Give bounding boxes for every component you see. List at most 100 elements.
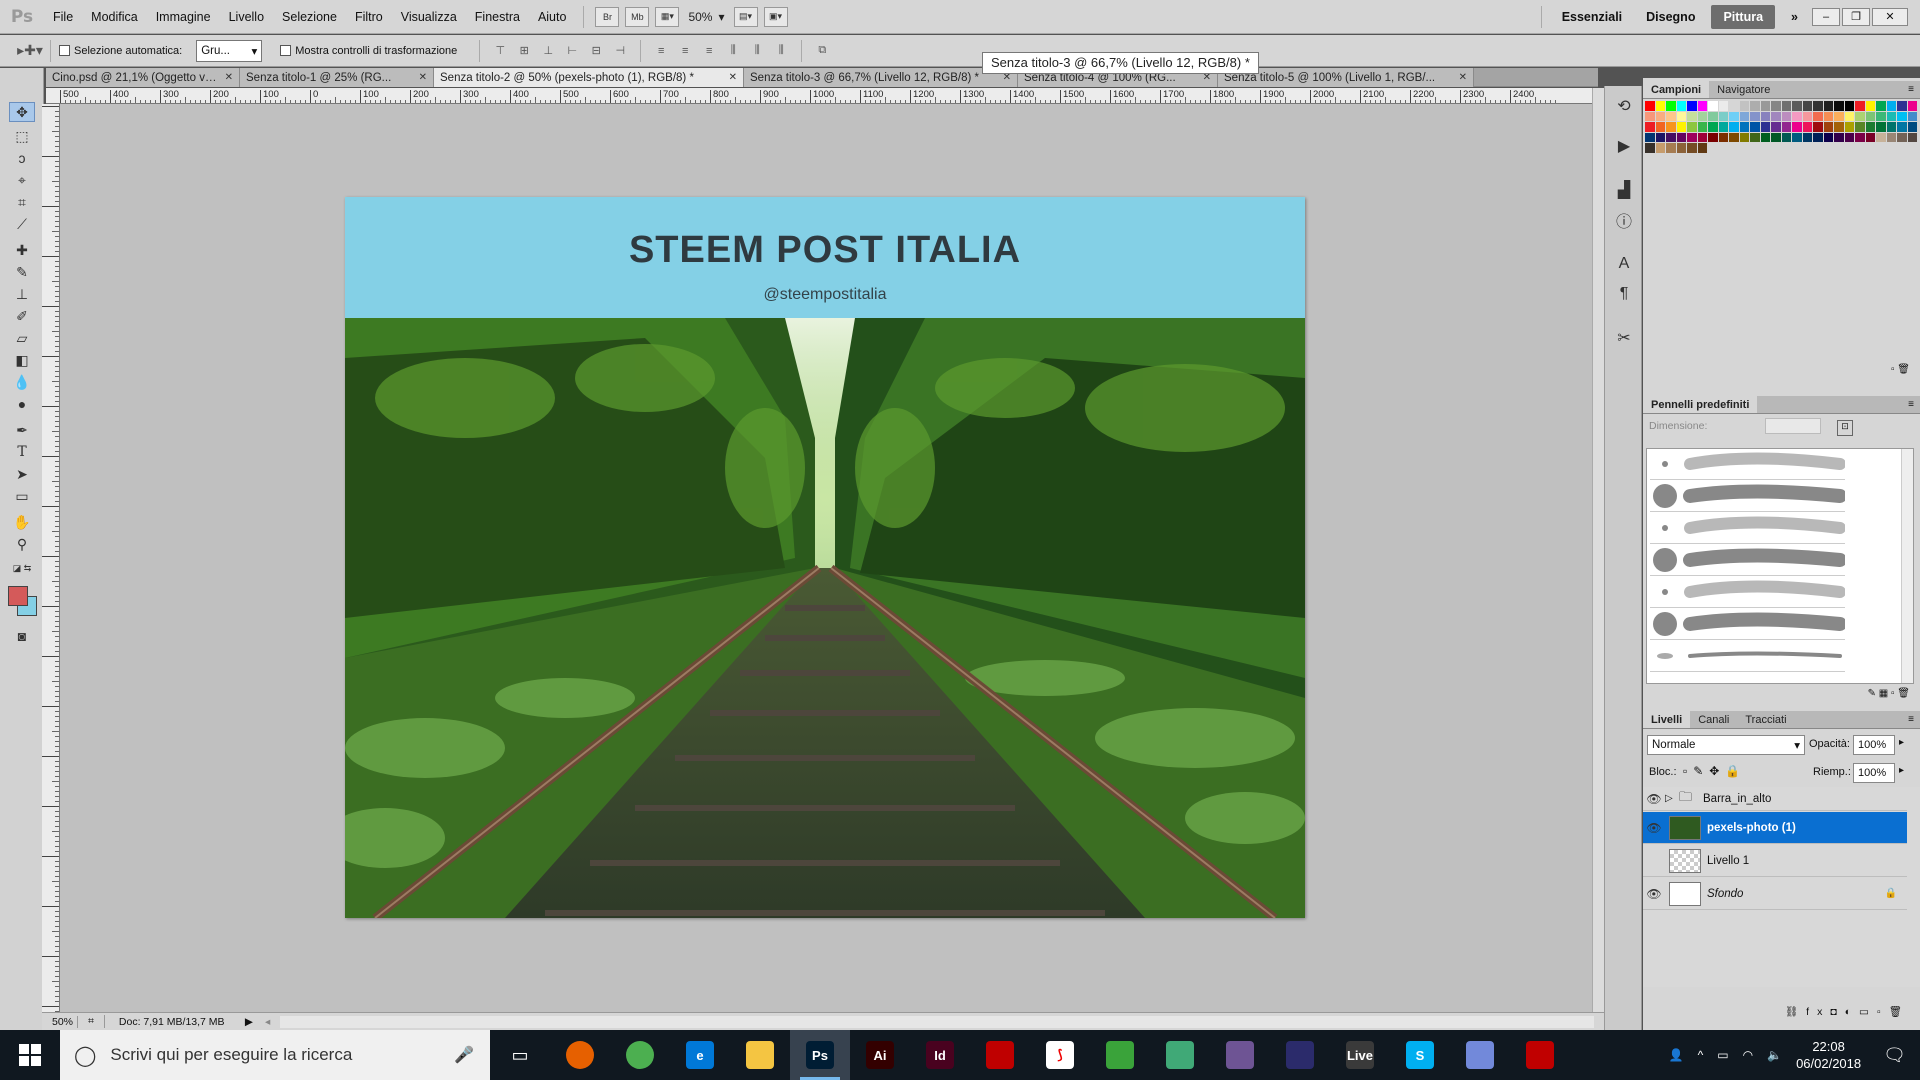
brush-preset[interactable] (1650, 577, 1846, 608)
taskbar-app-discord[interactable] (1450, 1030, 1510, 1080)
info-panel-icon[interactable]: ⓘ (1611, 208, 1637, 232)
brush-panel-toggle-icon[interactable]: ⊡ (1837, 420, 1853, 436)
opacity-slider-arrow-icon[interactable]: ▸ (1899, 737, 1904, 748)
visibility-eye-icon[interactable]: 👁 (1643, 792, 1665, 806)
color-swatch[interactable] (1813, 122, 1823, 132)
color-swatch[interactable] (1687, 111, 1697, 121)
crop-tool-icon[interactable]: ⌗ (9, 192, 35, 212)
color-swatch[interactable] (1739, 132, 1749, 142)
visibility-eye-icon[interactable]: 👁 (1643, 887, 1665, 901)
align-top-icon[interactable]: ⊤ (489, 42, 511, 60)
tab-senza-titolo-3[interactable]: Senza titolo-3 @ 66,7% (Livello 12, RGB/… (744, 68, 1018, 87)
color-swatch[interactable] (1739, 101, 1749, 111)
menu-aiuto[interactable]: Aiuto (529, 0, 576, 34)
brush-list-scrollbar[interactable] (1901, 449, 1913, 683)
close-icon[interactable]: ✕ (1459, 72, 1467, 83)
color-swatch[interactable] (1844, 101, 1854, 111)
path-selection-tool-icon[interactable]: ➤ (9, 464, 35, 484)
align-left-icon[interactable]: ⊢ (561, 42, 583, 60)
move-tool-preset-icon[interactable]: ▸✚▾ (17, 42, 43, 60)
show-transform-controls-checkbox[interactable]: Mostra controlli di trasformazione (280, 45, 457, 57)
color-swatch[interactable] (1676, 143, 1686, 153)
close-icon[interactable]: ✕ (419, 72, 427, 83)
taskbar-app-firefox[interactable] (550, 1030, 610, 1080)
gradient-tool-icon[interactable]: ◧ (9, 350, 35, 370)
close-icon[interactable]: ✕ (225, 72, 233, 83)
color-swatch[interactable] (1687, 143, 1697, 153)
color-swatch[interactable] (1655, 111, 1665, 121)
color-swatch[interactable] (1876, 132, 1886, 142)
fill-slider-arrow-icon[interactable]: ▸ (1899, 765, 1904, 776)
panel-menu-icon[interactable]: ≡ (1908, 396, 1914, 414)
taskbar-app-github[interactable] (1210, 1030, 1270, 1080)
color-swatch[interactable] (1697, 111, 1707, 121)
zoom-tool-icon[interactable]: ⚲ (9, 534, 35, 554)
battery-icon[interactable]: ▭ (1717, 1048, 1728, 1062)
color-swatch[interactable] (1687, 122, 1697, 132)
align-vcenter-icon[interactable]: ⊞ (513, 42, 535, 60)
color-swatch[interactable] (1876, 111, 1886, 121)
color-swatch[interactable] (1655, 122, 1665, 132)
color-swatch[interactable] (1865, 111, 1875, 121)
volume-icon[interactable]: 🔈 (1767, 1048, 1782, 1062)
healing-brush-tool-icon[interactable]: ✚ (9, 240, 35, 260)
clone-stamp-tool-icon[interactable]: ⊥ (9, 284, 35, 304)
layer-row-barra-in-alto[interactable]: 👁 ▷ 🗀 Barra_in_alto (1643, 787, 1907, 811)
menu-file[interactable]: File (44, 0, 82, 34)
taskbar-app-illustrator[interactable]: Ai (850, 1030, 910, 1080)
status-menu-arrow-icon[interactable]: ▶ (235, 1016, 253, 1028)
fill-input[interactable]: 100% (1853, 763, 1895, 783)
microphone-icon[interactable]: 🎤 (454, 1045, 474, 1065)
foreground-color-swatch[interactable] (8, 586, 28, 606)
color-swatch[interactable] (1802, 132, 1812, 142)
rectangle-tool-icon[interactable]: ▭ (9, 486, 35, 506)
taskbar-app-live[interactable]: Live (1330, 1030, 1390, 1080)
menu-immagine[interactable]: Immagine (147, 0, 220, 34)
color-swatch[interactable] (1676, 101, 1686, 111)
wifi-icon[interactable]: ◠ (1743, 1048, 1753, 1062)
auto-align-icon[interactable]: ⧉ (811, 42, 833, 60)
color-swatch[interactable] (1645, 143, 1655, 153)
color-swatch[interactable] (1655, 143, 1665, 153)
color-swatch[interactable] (1834, 122, 1844, 132)
tab-canali[interactable]: Canali (1690, 711, 1737, 728)
tab-livelli[interactable]: Livelli (1643, 711, 1691, 728)
brush-list[interactable] (1646, 448, 1914, 684)
color-swatch[interactable] (1666, 122, 1676, 132)
actions-panel-icon[interactable]: ▶ (1611, 134, 1637, 158)
color-swatch[interactable] (1855, 132, 1865, 142)
brush-preset[interactable] (1650, 449, 1846, 480)
color-swatch[interactable] (1823, 101, 1833, 111)
color-swatch[interactable] (1708, 122, 1718, 132)
color-swatch[interactable] (1907, 101, 1917, 111)
character-panel-icon[interactable]: A (1611, 252, 1637, 276)
color-swatch[interactable] (1865, 122, 1875, 132)
taskbar-app-rocket[interactable] (1270, 1030, 1330, 1080)
brush-preset[interactable] (1650, 481, 1847, 512)
panel-menu-icon[interactable]: ≡ (1908, 81, 1914, 99)
taskbar-app-skype[interactable]: S (1390, 1030, 1450, 1080)
visibility-eye-icon[interactable]: 👁 (1643, 821, 1665, 835)
clock[interactable]: 22:08 06/02/2018 (1796, 1038, 1861, 1072)
menu-modifica[interactable]: Modifica (82, 0, 147, 34)
start-button[interactable] (0, 1030, 60, 1080)
tab-cino[interactable]: Cino.psd @ 21,1% (Oggetto vettoriale ava… (46, 68, 240, 87)
opacity-input[interactable]: 100% (1853, 735, 1895, 755)
layers-footer-icons[interactable]: ⛓fx◘◐▭▫🗑 (1643, 1005, 1920, 1023)
expand-arrow-icon[interactable]: ▷ (1665, 793, 1679, 804)
color-swatch[interactable] (1792, 122, 1802, 132)
color-swatch[interactable] (1645, 111, 1655, 121)
color-swatch[interactable] (1750, 132, 1760, 142)
color-swatch[interactable] (1718, 132, 1728, 142)
view-extras-icon[interactable]: ▦▾ (655, 6, 680, 27)
color-swatch[interactable] (1781, 101, 1791, 111)
color-swatch[interactable] (1655, 101, 1665, 111)
blend-mode-dropdown[interactable]: Normale ▾ (1647, 735, 1805, 755)
distribute-left-icon[interactable]: ⫼ (722, 42, 744, 60)
color-swatch[interactable] (1886, 122, 1896, 132)
color-swatch[interactable] (1865, 132, 1875, 142)
bridge-button[interactable]: Br (595, 6, 620, 27)
horizontal-scrollbar[interactable] (280, 1015, 1594, 1028)
color-swatch[interactable] (1907, 122, 1917, 132)
color-swatch[interactable] (1844, 122, 1854, 132)
